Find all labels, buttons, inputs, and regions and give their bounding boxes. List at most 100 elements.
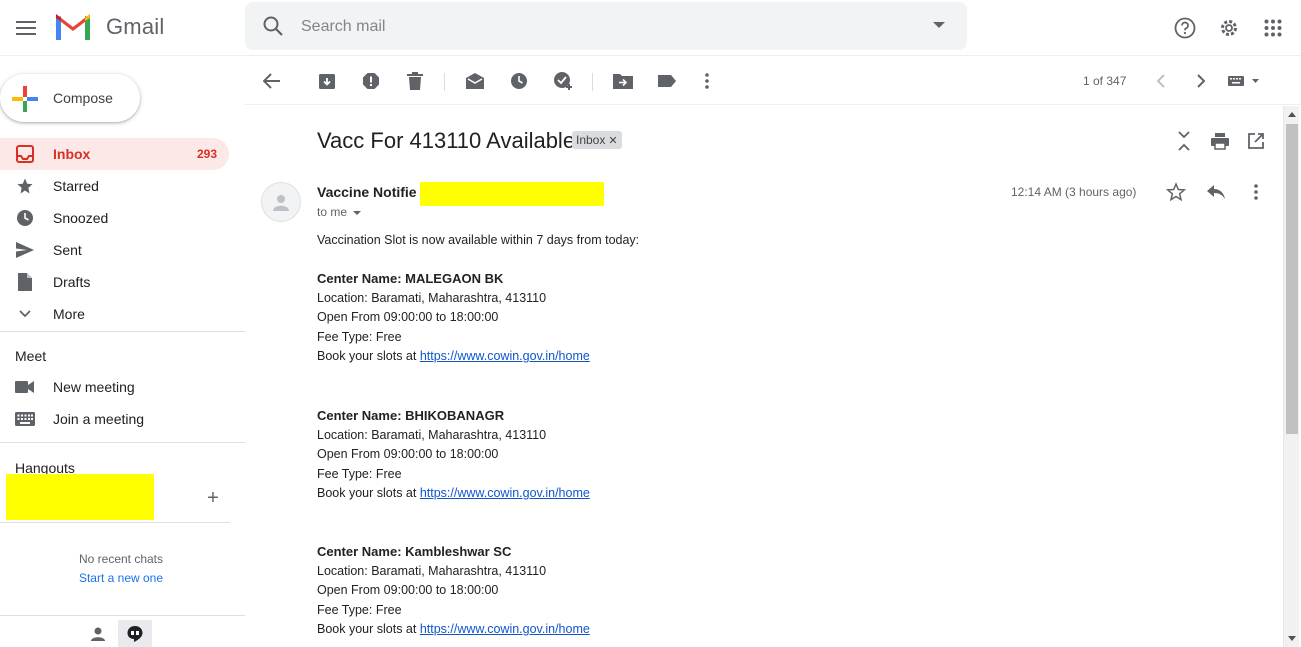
sidebar-item-sent[interactable]: Sent [0,234,229,266]
sidebar-item-join-meeting[interactable]: Join a meeting [0,403,229,435]
clock-icon [15,208,35,228]
sidebar-item-new-meeting[interactable]: New meeting [0,371,229,403]
apps-grid-icon[interactable] [1259,14,1287,42]
contacts-person-icon[interactable] [81,620,115,647]
center-location: Location: Baramati, Maharashtra, 413110 [317,427,547,442]
content-scrollbar[interactable] [1283,106,1299,647]
center-location: Location: Baramati, Maharashtra, 413110 [317,563,547,578]
sender-email-redacted [420,182,604,206]
center-location: Location: Baramati, Maharashtra, 413110 [317,290,547,305]
message-more-vertical-icon[interactable] [1244,180,1268,204]
sidebar-divider [0,442,245,443]
back-arrow-icon[interactable] [260,69,284,93]
draft-icon [15,272,35,292]
caret-down-icon [353,210,362,215]
toolbar-separator [444,73,445,91]
main-menu-button[interactable] [12,14,40,42]
sender-name[interactable]: Vaccine Notifie [317,184,417,200]
mark-unread-icon[interactable] [463,69,487,93]
message-timestamp: 12:14 AM (3 hours ago) [1011,185,1137,199]
snooze-clock-icon[interactable] [507,69,531,93]
center-name: Center Name: Kambleshwar SC [317,544,512,559]
settings-gear-icon[interactable] [1215,14,1243,42]
center-fee: Fee Type: Free [317,602,402,617]
sidebar-item-label: Starred [53,178,99,194]
input-tools-keyboard-icon[interactable] [1227,69,1261,93]
cowin-link[interactable]: https://www.cowin.gov.in/home [420,349,590,363]
center-hours: Open From 09:00:00 to 18:00:00 [317,447,499,462]
star-outline-icon[interactable] [1164,180,1188,204]
reply-arrow-icon[interactable] [1204,180,1228,204]
move-to-icon[interactable] [611,69,635,93]
sidebar-divider [0,331,245,332]
hangouts-bottom-tabs [0,615,245,647]
archive-icon[interactable] [315,69,339,93]
print-icon[interactable] [1209,130,1231,152]
older-chevron-right-icon[interactable] [1189,69,1213,93]
center-fee: Fee Type: Free [317,466,402,481]
sidebar-item-snoozed[interactable]: Snoozed [0,202,229,234]
send-icon [15,240,35,260]
hangouts-divider [0,522,230,523]
star-icon [15,176,35,196]
hamburger-icon [16,21,36,35]
more-vertical-icon[interactable] [695,69,719,93]
hangouts-user-redacted[interactable] [6,474,154,520]
search-input[interactable] [301,14,901,40]
sender-avatar[interactable] [261,182,301,222]
top-header: Gmail [0,0,1301,56]
sidebar-item-label: Inbox [53,146,91,162]
delete-trash-icon[interactable] [403,69,427,93]
label-tag-icon[interactable] [655,69,679,93]
center-block: Center Name: Kambleshwar SC Location: Ba… [317,542,590,640]
booking-prefix: Book your slots at [317,622,420,637]
sidebar-item-more[interactable]: More [0,298,229,330]
plus-icon [12,86,38,112]
unread-count-badge: 293 [196,147,217,161]
meet-section-title: Meet [15,348,47,364]
cowin-link[interactable]: https://www.cowin.gov.in/home [420,486,590,500]
gmail-logo-icon[interactable] [53,12,93,42]
toolbar-separator [592,73,593,91]
collapse-all-icon[interactable] [1173,130,1195,152]
open-new-window-icon[interactable] [1245,130,1267,152]
start-new-chat-link[interactable]: Start a new one [0,571,242,585]
label-chip-text: Inbox [576,133,606,147]
newer-chevron-left-icon[interactable] [1149,69,1173,93]
center-booking-line: Book your slots at https://www.cowin.gov… [317,484,590,504]
add-task-icon[interactable] [551,69,575,93]
help-icon[interactable] [1171,14,1199,42]
hangouts-chat-icon[interactable] [118,620,152,647]
center-hours: Open From 09:00:00 to 18:00:00 [317,310,499,325]
scrollbar-thumb[interactable] [1286,124,1298,434]
remove-label-close-icon[interactable]: ✕ [608,135,617,147]
inbox-icon [15,144,35,164]
keyboard-icon [15,409,35,429]
sidebar-item-label: Join a meeting [53,411,145,427]
app-name: Gmail [106,14,165,39]
search-icon[interactable] [261,14,285,43]
sidebar-item-starred[interactable]: Starred [0,170,229,202]
scroll-down-arrow-icon[interactable] [1288,636,1296,641]
add-chat-plus-icon[interactable]: + [204,488,222,508]
booking-prefix: Book your slots at [317,486,420,501]
recipient-details-toggle[interactable]: to me [317,205,362,219]
sidebar-item-label: More [53,306,85,322]
search-options-caret-icon[interactable] [933,22,945,28]
scroll-up-arrow-icon[interactable] [1288,112,1296,117]
report-spam-icon[interactable] [359,69,383,93]
sidebar-item-label: Drafts [53,274,91,290]
center-hours: Open From 09:00:00 to 18:00:00 [317,583,499,598]
default-person-icon [273,195,289,211]
sidebar-item-label: Snoozed [53,210,109,226]
center-booking-line: Book your slots at https://www.cowin.gov… [317,347,590,367]
compose-label: Compose [53,90,113,106]
sidebar-item-drafts[interactable]: Drafts [0,266,229,298]
sidebar-item-inbox[interactable]: Inbox 293 [0,138,229,170]
inbox-label-chip[interactable]: Inbox ✕ [572,131,622,149]
compose-button[interactable]: Compose [0,74,140,122]
cowin-link[interactable]: https://www.cowin.gov.in/home [420,622,590,636]
recipient-text: to me [317,205,348,219]
message-intro-text: Vaccination Slot is now available within… [317,233,640,247]
center-block: Center Name: BHIKOBANAGR Location: Baram… [317,406,590,504]
